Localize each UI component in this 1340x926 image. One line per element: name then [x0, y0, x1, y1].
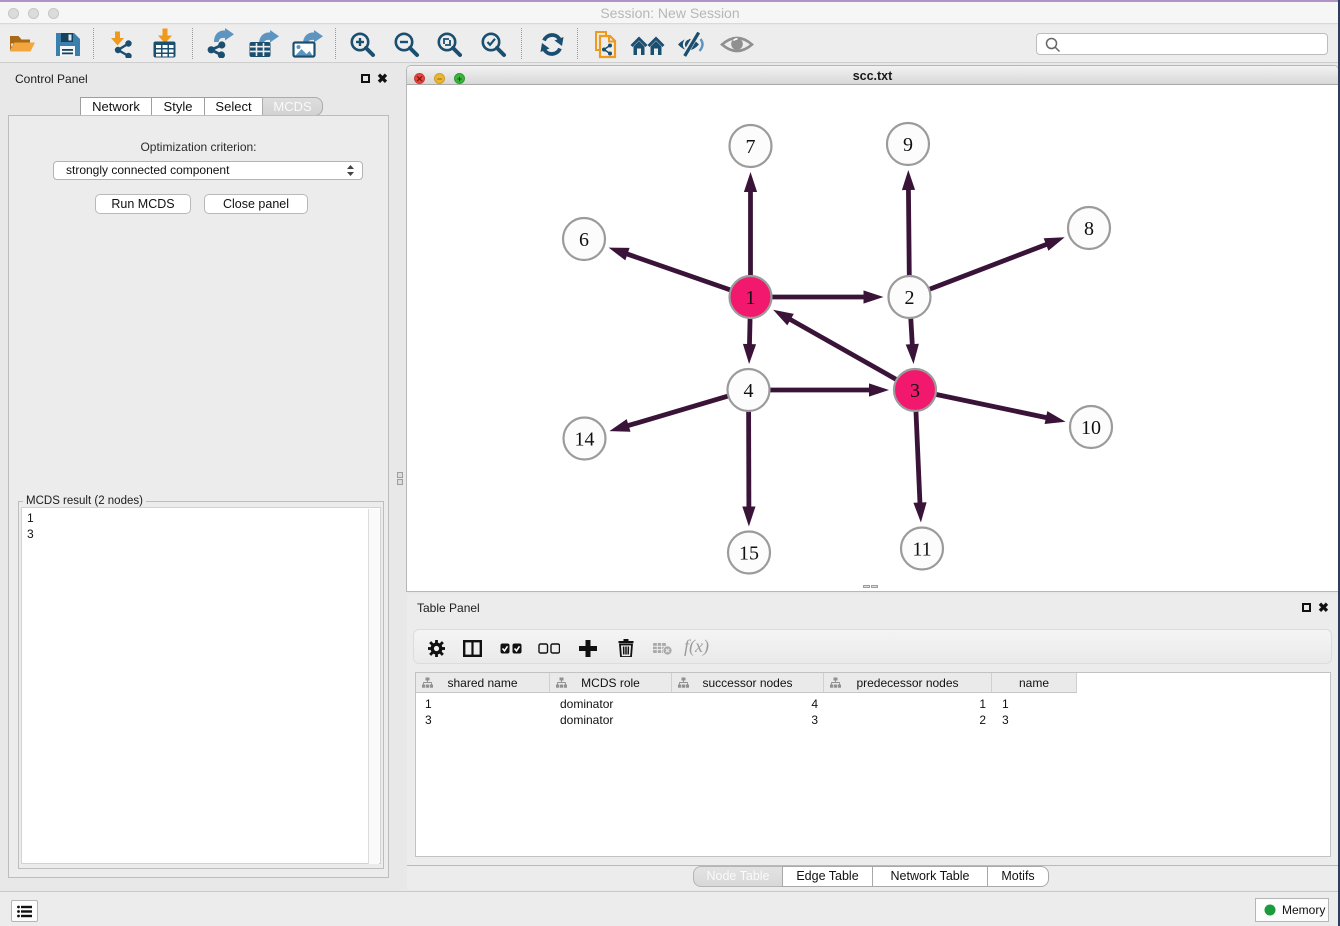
svg-text:2: 2 [905, 287, 915, 309]
svg-text:9: 9 [903, 134, 913, 156]
svg-text:1: 1 [746, 287, 756, 309]
svg-text:15: 15 [739, 543, 759, 565]
svg-text:3: 3 [910, 380, 920, 402]
svg-text:8: 8 [1084, 218, 1094, 240]
svg-text:11: 11 [912, 539, 931, 561]
svg-text:7: 7 [746, 136, 756, 158]
svg-text:6: 6 [579, 229, 589, 251]
svg-text:14: 14 [575, 429, 595, 451]
svg-text:4: 4 [744, 380, 754, 402]
svg-text:10: 10 [1081, 417, 1101, 439]
